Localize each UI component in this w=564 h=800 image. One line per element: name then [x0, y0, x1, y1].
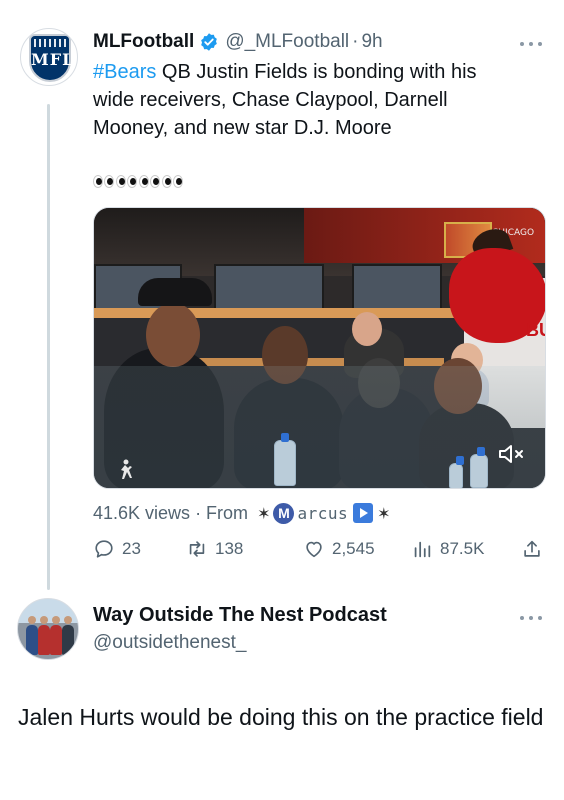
views-button[interactable]: 87.5K: [411, 536, 484, 562]
eyes-emoji-icon: [139, 174, 160, 188]
source-name[interactable]: arcus: [297, 504, 348, 523]
more-options-icon[interactable]: [520, 40, 542, 48]
water-bottle: [470, 447, 488, 488]
reply-more-options-icon[interactable]: [520, 614, 542, 622]
source-play-icon[interactable]: [353, 503, 374, 523]
share-button[interactable]: [521, 536, 550, 562]
views-action-count: 87.5K: [440, 539, 485, 558]
mascot-jersey-text: BU: [526, 320, 545, 340]
shield-stars: [34, 39, 66, 47]
reply-author-name[interactable]: Way Outside The Nest Podcast: [93, 604, 387, 627]
reply-icon: [95, 540, 113, 558]
share-icon: [524, 540, 540, 557]
jumpman-logo-icon: [121, 459, 132, 479]
eyes-emoji-icon: [93, 174, 114, 188]
author-name[interactable]: MLFootball: [93, 31, 194, 53]
reply-count: 23: [122, 539, 141, 558]
hashtag-link[interactable]: #Bears: [93, 61, 156, 83]
background-person-head: [352, 312, 382, 346]
like-button[interactable]: 2,545: [303, 536, 375, 562]
eyes-emoji-icon: [116, 174, 137, 188]
player-left-head: [146, 303, 200, 367]
eyes-emoji-row: [93, 168, 193, 194]
mute-icon[interactable]: [497, 442, 527, 466]
mlfootball-avatar[interactable]: MFL: [20, 28, 78, 86]
analytics-icon: [414, 541, 431, 558]
eyes-emoji-icon: [162, 174, 183, 188]
reply-button[interactable]: 23: [93, 536, 141, 562]
reply-body: Jalen Hurts would be doing this on the p…: [18, 704, 544, 730]
tweet-body: #Bears QB Justin Fields is bonding with …: [93, 58, 533, 142]
author-handle[interactable]: @_MLFootball: [225, 31, 349, 53]
source-m-badge[interactable]: M: [273, 502, 295, 524]
avatar-logo-text: MFL: [31, 50, 75, 69]
tweet-timestamp[interactable]: 9h: [361, 31, 382, 53]
water-bottle: [274, 433, 296, 486]
player-left-cap: [138, 278, 212, 306]
views-count: 41.6K views: [93, 502, 191, 523]
retweet-icon: [189, 541, 205, 557]
like-count: 2,545: [332, 539, 375, 558]
tweet-video[interactable]: CHICAGO BU: [93, 207, 546, 489]
thread-connector-line: [47, 104, 50, 590]
tweet-action-bar: 23 138 2,545 87.5K: [93, 536, 546, 562]
mfl-shield-logo: MFL: [29, 34, 75, 82]
view-source-line: 41.6K views · From ✶ M arcus ✶: [93, 500, 394, 526]
water-bottle: [449, 456, 464, 488]
tweet-text-line3: Mooney, and new star D.J. Moore: [93, 117, 392, 139]
header-separator: ·: [352, 31, 359, 52]
source-star-right: ✶: [377, 503, 391, 523]
retweet-count: 138: [215, 539, 244, 558]
suite-counter: [184, 358, 444, 366]
from-separator: · From: [190, 502, 254, 523]
tweet-text-line2: wide receivers, Chase Claypool, Darnell: [93, 89, 448, 111]
retweet-button[interactable]: 138: [186, 536, 243, 562]
heart-icon: [306, 541, 322, 558]
reply-author-handle[interactable]: @outsidethenest_: [93, 632, 246, 654]
way-outside-the-nest-avatar[interactable]: [17, 598, 79, 660]
source-star-left: ✶: [257, 503, 271, 523]
tweet-header: MLFootball @_MLFootball · 9h: [93, 30, 383, 54]
tweet-text-line1: QB Justin Fields is bonding with his: [156, 61, 477, 83]
verified-badge-icon: [201, 33, 218, 51]
